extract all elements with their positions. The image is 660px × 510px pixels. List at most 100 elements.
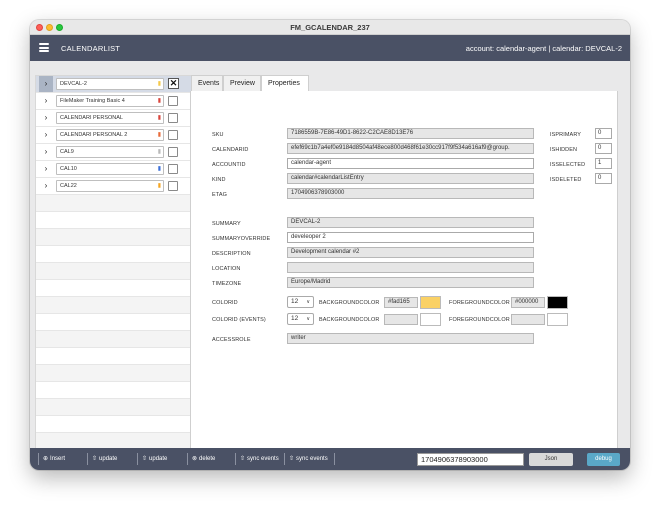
tab-properties[interactable]: Properties bbox=[261, 75, 309, 92]
description-label: DESCRIPTION bbox=[212, 251, 251, 257]
chevron-right-icon[interactable]: › bbox=[39, 178, 53, 194]
trash-icon[interactable]: ▮ bbox=[158, 97, 161, 105]
trash-icon[interactable]: ▮ bbox=[158, 131, 161, 139]
summary-field[interactable]: DEVCAL-2 bbox=[287, 217, 534, 228]
select-checkbox[interactable] bbox=[168, 96, 178, 106]
kind-field[interactable]: calendar#calendarListEntry bbox=[287, 173, 534, 184]
backgroundcolor-events-label: BACKGROUNDCOLOR bbox=[319, 317, 380, 323]
chevron-right-icon[interactable]: › bbox=[39, 161, 53, 177]
calendar-name-field[interactable]: CALENDARI PERSONAL ▮ bbox=[56, 112, 164, 124]
hamburger-menu-icon[interactable] bbox=[39, 43, 49, 52]
upload-icon: ⇧ bbox=[142, 456, 148, 462]
chevron-right-icon[interactable]: › bbox=[39, 110, 53, 126]
empty-list-row bbox=[36, 212, 212, 229]
colorid-events-label: COLORID (EVENTS) bbox=[212, 317, 266, 323]
colorid-events-select[interactable]: 12 ∨ bbox=[287, 313, 314, 325]
ishidden-field[interactable]: 0 bbox=[595, 143, 612, 154]
calendar-name: CAL10 bbox=[60, 166, 77, 172]
insert-button[interactable]: ⊕ Insert bbox=[38, 453, 65, 465]
upload-icon: ⇧ bbox=[289, 456, 295, 462]
description-field[interactable]: Development calendar #2 bbox=[287, 247, 534, 258]
calendar-list-panel: › DEVCAL-2 ▮ ✕ › FileMaker Training Basic… bbox=[35, 75, 213, 459]
chevron-right-icon[interactable]: › bbox=[39, 76, 53, 92]
debug-button[interactable]: debug bbox=[587, 453, 620, 466]
timezone-field[interactable]: Europe/Madrid bbox=[287, 277, 534, 288]
colorid-label: COLORID bbox=[212, 300, 238, 306]
app-window: FM_GCALENDAR_237 CALENDARLIST account: c… bbox=[30, 20, 630, 470]
foregroundcolor-events-field[interactable] bbox=[511, 314, 545, 325]
empty-list-row bbox=[36, 416, 212, 433]
colorid-events-value: 12 bbox=[291, 315, 299, 322]
summary-label: SUMMARY bbox=[212, 221, 241, 227]
sku-label: SKU bbox=[212, 132, 224, 138]
close-icon[interactable]: ✕ bbox=[168, 78, 179, 89]
update-label: update bbox=[149, 456, 168, 462]
json-button[interactable]: Json bbox=[529, 453, 573, 466]
backgroundcolor-swatch[interactable] bbox=[420, 296, 441, 309]
timestamp-input[interactable]: 1704906378903000 bbox=[417, 453, 524, 466]
accountid-field[interactable]: calendar-agent bbox=[287, 158, 534, 169]
upload-icon: ⇧ bbox=[240, 456, 246, 462]
select-checkbox[interactable] bbox=[168, 130, 178, 140]
update-button-2[interactable]: ⇧ update bbox=[137, 453, 167, 465]
calendar-name-field[interactable]: FileMaker Training Basic 4 ▮ bbox=[56, 95, 164, 107]
tab-events[interactable]: Events bbox=[191, 75, 223, 91]
upload-icon: ⇧ bbox=[92, 456, 98, 462]
list-item-calendar[interactable]: › FileMaker Training Basic 4 ▮ bbox=[36, 93, 212, 110]
isdeleted-field[interactable]: 0 bbox=[595, 173, 612, 184]
backgroundcolor-field[interactable]: #fad165 bbox=[384, 297, 418, 308]
backgroundcolor-events-swatch[interactable] bbox=[420, 313, 441, 326]
calendar-name: CALENDARI PERSONAL 2 bbox=[60, 132, 128, 138]
location-field[interactable] bbox=[287, 262, 534, 273]
kind-label: KIND bbox=[212, 177, 226, 183]
summaryoverride-field[interactable]: develeoper 2 bbox=[287, 232, 534, 243]
sync-events-button-2[interactable]: ⇧ sync events bbox=[284, 453, 328, 465]
empty-list-row bbox=[36, 331, 212, 348]
trash-icon[interactable]: ▮ bbox=[158, 182, 161, 190]
trash-icon[interactable]: ▮ bbox=[158, 165, 161, 173]
update-button[interactable]: ⇧ update bbox=[87, 453, 117, 465]
plus-icon: ⊕ bbox=[43, 456, 49, 462]
list-item-calendar[interactable]: › CAL22 ▮ bbox=[36, 178, 212, 195]
list-item-calendar[interactable]: › CALENDARI PERSONAL 2 ▮ bbox=[36, 127, 212, 144]
trash-icon[interactable]: ▮ bbox=[158, 80, 161, 88]
list-item-calendar[interactable]: › CAL10 ▮ bbox=[36, 161, 212, 178]
empty-list-row bbox=[36, 246, 212, 263]
accessrole-field[interactable]: writer bbox=[287, 333, 534, 344]
calendar-name-field[interactable]: DEVCAL-2 ▮ bbox=[56, 78, 164, 90]
foregroundcolor-swatch[interactable] bbox=[547, 296, 568, 309]
empty-list-row bbox=[36, 280, 212, 297]
list-item-calendar[interactable]: › CALENDARI PERSONAL ▮ bbox=[36, 110, 212, 127]
calendar-name-field[interactable]: CAL10 ▮ bbox=[56, 163, 164, 175]
isprimary-field[interactable]: 0 bbox=[595, 128, 612, 139]
backgroundcolor-events-field[interactable] bbox=[384, 314, 418, 325]
trash-icon[interactable]: ▮ bbox=[158, 148, 161, 156]
calendar-name-field[interactable]: CAL9 ▮ bbox=[56, 146, 164, 158]
isselected-field[interactable]: 1 bbox=[595, 158, 612, 169]
colorid-select[interactable]: 12 ∨ bbox=[287, 296, 314, 308]
calendar-name-field[interactable]: CAL22 ▮ bbox=[56, 180, 164, 192]
list-item-calendar[interactable]: › CAL9 ▮ bbox=[36, 144, 212, 161]
trash-icon[interactable]: ▮ bbox=[158, 114, 161, 122]
chevron-right-icon[interactable]: › bbox=[39, 127, 53, 143]
delete-button[interactable]: ⊗ delete bbox=[187, 453, 215, 465]
empty-list-row bbox=[36, 365, 212, 382]
select-checkbox[interactable] bbox=[168, 181, 178, 191]
tab-preview[interactable]: Preview bbox=[223, 75, 261, 91]
sku-field[interactable]: 7186559B-7E86-49D1-8622-C2CAE8D13E76 bbox=[287, 128, 534, 139]
location-label: LOCATION bbox=[212, 266, 241, 272]
foregroundcolor-events-swatch[interactable] bbox=[547, 313, 568, 326]
chevron-right-icon[interactable]: › bbox=[39, 144, 53, 160]
calendar-name: DEVCAL-2 bbox=[60, 81, 87, 87]
list-item-calendar[interactable]: › DEVCAL-2 ▮ ✕ bbox=[36, 76, 212, 93]
etag-field[interactable]: 1704906378903000 bbox=[287, 188, 534, 199]
chevron-down-icon: ∨ bbox=[306, 316, 310, 322]
select-checkbox[interactable] bbox=[168, 164, 178, 174]
chevron-right-icon[interactable]: › bbox=[39, 93, 53, 109]
calendar-name-field[interactable]: CALENDARI PERSONAL 2 ▮ bbox=[56, 129, 164, 141]
calendarid-field[interactable]: efef69c1b7a4ef0e9184d8504af48ece800d468f… bbox=[287, 143, 534, 154]
select-checkbox[interactable] bbox=[168, 147, 178, 157]
sync-events-button[interactable]: ⇧ sync events bbox=[235, 453, 279, 465]
foregroundcolor-field[interactable]: #000000 bbox=[511, 297, 545, 308]
select-checkbox[interactable] bbox=[168, 113, 178, 123]
